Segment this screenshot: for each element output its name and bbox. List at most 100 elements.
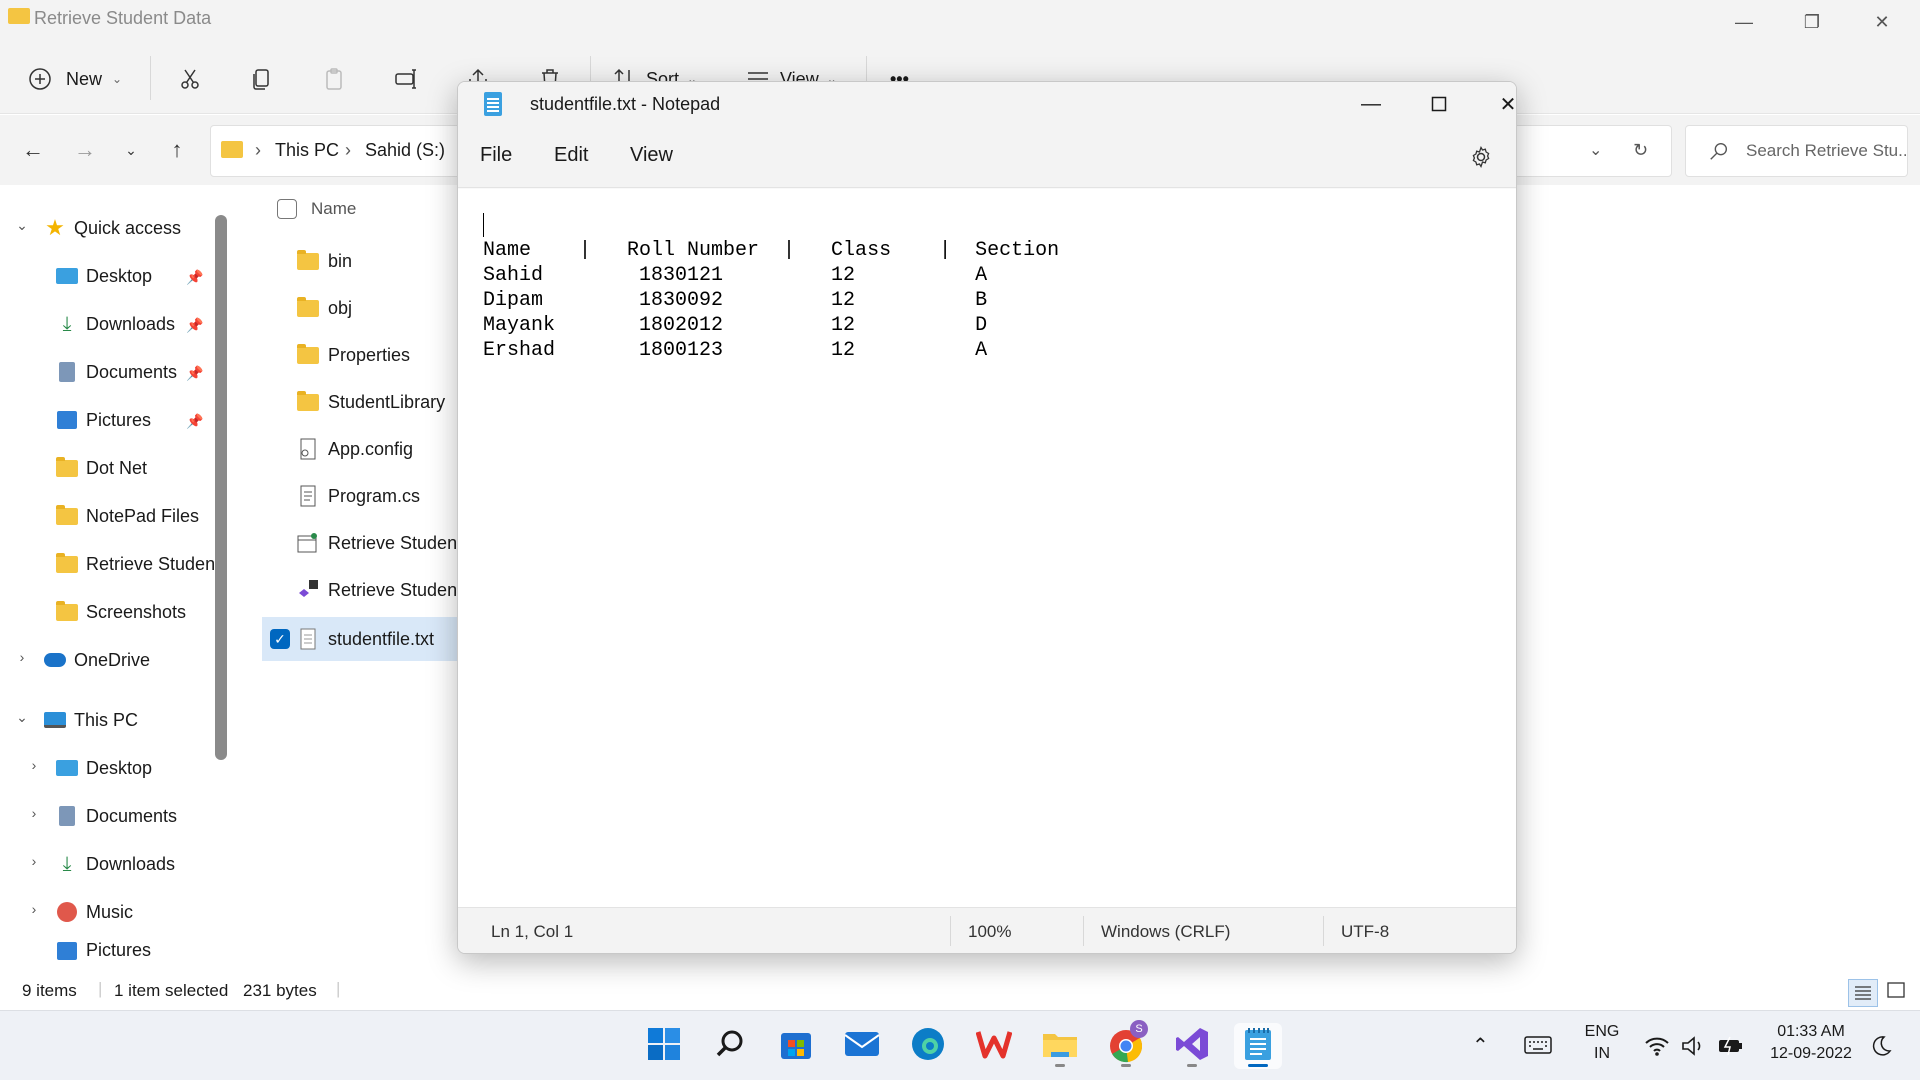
menu-view[interactable]: View [630,144,673,167]
sidebar-item-screenshots[interactable]: Screenshots [56,592,186,632]
visual-studio-solution-icon [296,579,320,601]
select-all-checkbox[interactable] [277,199,297,219]
sidebar-item-quick-access[interactable]: ★ Quick access [44,208,181,248]
microsoft-store-button[interactable] [772,1023,820,1069]
scissors-icon [178,67,202,91]
sidebar-label: OneDrive [74,649,151,670]
chrome-button[interactable]: S [1102,1020,1150,1069]
sidebar-item-notepad-files[interactable]: NotePad Files [56,496,199,536]
file-name: studentfile.txt [328,628,435,649]
details-view-icon[interactable] [1848,979,1878,1007]
new-button[interactable]: New ⌄ [28,62,122,96]
sidebar-item-dot-net[interactable]: Dot Net [56,448,147,488]
close-button[interactable]: ✕ [1480,88,1516,120]
sidebar-item-retrieve-student[interactable]: Retrieve Studen [56,544,215,584]
sidebar-label: Retrieve Studen [86,553,216,574]
notepad-titlebar[interactable]: studentfile.txt - Notepad — ✕ [458,82,1516,126]
sidebar-item-documents[interactable]: Documents [56,352,177,392]
keyboard-icon[interactable] [1524,1035,1552,1060]
clock-date[interactable]: 12-09-2022 [1756,1045,1866,1063]
sidebar-item-onedrive[interactable]: OneDrive [44,640,150,680]
breadcrumb-drive[interactable]: Sahid (S:) [365,140,445,161]
menu-edit[interactable]: Edit [554,144,588,167]
breadcrumb-this-pc[interactable]: This PC [275,140,339,161]
visual-studio-button[interactable] [1168,1023,1216,1069]
do-not-disturb-icon[interactable] [1870,1035,1892,1062]
editor-content: Name | Roll Number | Class | Section Sah… [483,239,1060,362]
edge-browser-button[interactable] [904,1023,952,1069]
notepad-taskbar-button[interactable] [1234,1023,1282,1069]
minimize-button[interactable]: — [1714,6,1774,38]
status-divider [1083,916,1084,946]
copy-button[interactable] [250,62,274,96]
volume-icon[interactable] [1680,1035,1706,1062]
text-file-icon [296,628,320,650]
gear-icon[interactable] [1468,144,1494,170]
wps-office-button[interactable] [970,1023,1018,1069]
folder-icon [8,8,30,24]
chevron-right-icon[interactable]: › [24,853,44,869]
item-count: 9 items [22,981,77,1000]
notepad-status-bar: Ln 1, Col 1 100% Windows (CRLF) UTF-8 [458,907,1516,953]
sidebar-label: Downloads [86,313,176,334]
close-button[interactable]: ✕ [1852,6,1912,38]
sidebar-item-pictures[interactable]: Pictures [56,400,151,440]
battery-charging-icon[interactable] [1716,1035,1744,1062]
column-header-name[interactable]: Name [311,199,356,219]
chevron-right-icon[interactable]: › [24,757,44,773]
start-button[interactable] [640,1023,688,1069]
checkbox-checked-icon[interactable]: ✓ [270,629,290,649]
sidebar-label: Downloads [86,853,176,874]
minimize-button[interactable]: — [1343,88,1399,120]
up-arrow-icon[interactable]: ↑ [160,133,194,167]
sidebar-label: NotePad Files [86,505,200,526]
wifi-icon[interactable] [1644,1035,1670,1062]
paste-button[interactable] [322,62,346,96]
pin-icon: 📌 [186,413,204,429]
region-indicator[interactable]: IN [1580,1045,1624,1063]
sidebar-item-pc-desktop[interactable]: Desktop [56,748,152,788]
cut-button[interactable] [178,62,202,96]
maximize-button[interactable] [1411,88,1467,120]
back-arrow-icon[interactable]: ← [16,133,50,167]
mail-icon [844,1029,880,1064]
running-indicator [1187,1064,1197,1067]
clock-time[interactable]: 01:33 AM [1756,1023,1866,1041]
sidebar-item-pictures-pc[interactable]: Pictures [56,940,151,970]
chevron-right-icon[interactable]: › [24,805,44,821]
status-divider [950,916,951,946]
selection-size: 231 bytes [243,981,317,1000]
refresh-icon[interactable]: ↻ [1633,140,1648,161]
sidebar-item-this-pc[interactable]: This PC [44,700,138,740]
recent-locations-chevron-icon[interactable]: ⌄ [114,133,148,167]
file-explorer-button[interactable] [1036,1023,1084,1069]
tiles-view-icon[interactable] [1886,981,1906,1006]
folder-icon [56,456,78,479]
sidebar-item-music[interactable]: Music [56,892,133,932]
sidebar-item-pc-documents[interactable]: Documents [56,796,177,836]
chevron-right-icon[interactable]: › [12,649,32,665]
search-button[interactable] [706,1023,754,1069]
file-name: StudentLibrary [328,391,446,412]
sidebar-label: Desktop [86,757,153,778]
text-editor[interactable]: Name | Roll Number | Class | Section Sah… [458,189,1516,907]
sidebar-item-downloads[interactable]: ⤓ Downloads [56,304,175,344]
rename-button[interactable] [394,62,418,96]
search-box[interactable]: Search Retrieve Stu... [1685,125,1908,177]
sidebar-scrollbar[interactable] [215,215,227,760]
chevron-down-icon[interactable]: ⌄ [12,217,32,234]
sidebar-item-desktop[interactable]: Desktop [56,256,152,296]
menu-file[interactable]: File [480,144,512,167]
forward-arrow-icon[interactable]: → [68,133,102,167]
chevron-up-icon[interactable]: ⌃ [1472,1033,1489,1058]
restore-button[interactable]: ❐ [1782,6,1842,38]
chevron-right-icon[interactable]: › [24,901,44,917]
sidebar-item-pc-downloads[interactable]: ⤓ Downloads [56,844,175,884]
chevron-down-icon[interactable]: ⌄ [12,709,32,726]
mail-button[interactable] [838,1023,886,1069]
desktop-icon [56,757,78,779]
language-indicator[interactable]: ENG [1580,1023,1624,1041]
folder-icon [56,504,78,527]
windows-logo-icon [647,1027,681,1066]
address-dropdown-icon[interactable]: ⌄ [1589,140,1602,160]
